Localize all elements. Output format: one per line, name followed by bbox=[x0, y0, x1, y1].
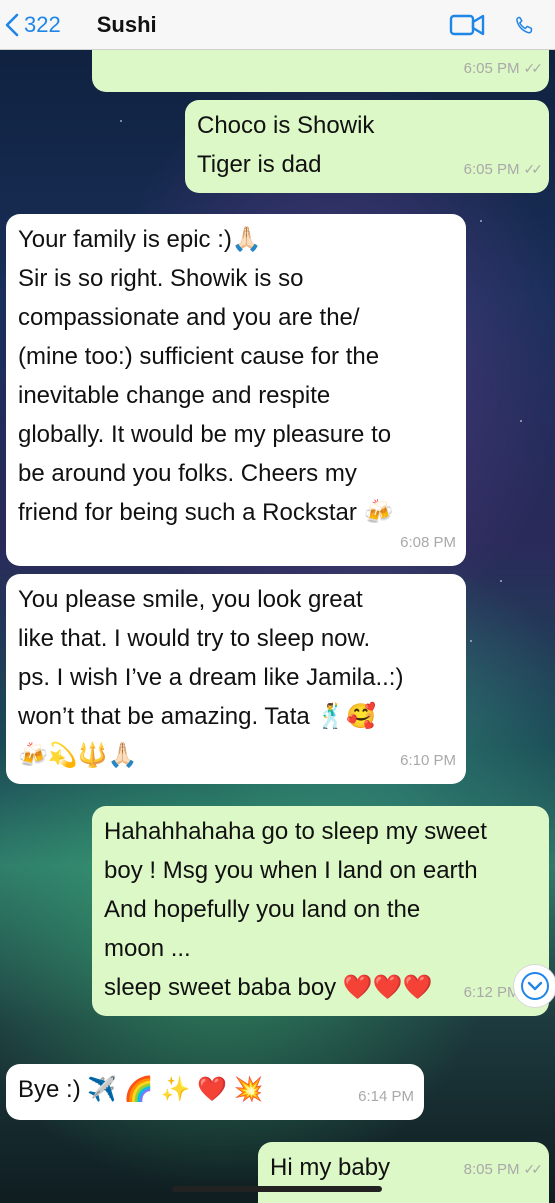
phone-icon[interactable] bbox=[515, 11, 541, 39]
message-line: 🍻💫🔱🙏🏻 bbox=[18, 742, 138, 769]
message-timestamp: 8:05 PM ✓✓ bbox=[464, 1150, 544, 1189]
message-line: Bye :) ✈️ 🌈 ✨ ❤️ 💥 bbox=[18, 1076, 264, 1103]
scroll-to-bottom-button[interactable] bbox=[513, 964, 555, 1008]
message-line: Choco is Showik bbox=[197, 112, 375, 139]
message-line: Sir is so right. Showik is so bbox=[18, 265, 304, 292]
message-timestamp: 6:05 PM ✓✓ bbox=[464, 49, 544, 88]
message-bubble-outgoing[interactable]: Hahahhahaha go to sleep my sweet boy ! M… bbox=[92, 806, 549, 1016]
chat-header: 322 Sushi bbox=[0, 0, 555, 50]
chevron-left-icon bbox=[5, 13, 19, 36]
message-line: (mine too:) sufficient cause for the bbox=[18, 343, 380, 370]
message-timestamp: 6:05 PM ✓✓ bbox=[464, 150, 544, 189]
video-camera-icon[interactable] bbox=[449, 11, 487, 39]
contact-name[interactable]: Sushi bbox=[97, 12, 157, 38]
message-line: moon ... bbox=[104, 935, 191, 962]
message-line: be around you folks. Cheers my bbox=[18, 460, 357, 487]
back-button[interactable]: 322 bbox=[4, 12, 61, 38]
double-check-icon: ✓✓ bbox=[523, 1161, 544, 1177]
message-bubble-outgoing[interactable]: Hi my baby 8:05 PM ✓✓ bbox=[258, 1142, 549, 1203]
message-timestamp: 6:08 PM bbox=[400, 534, 456, 551]
double-check-icon: ✓✓ bbox=[523, 161, 544, 177]
message-bubble-incoming[interactable]: You please smile, you look great like th… bbox=[6, 574, 466, 784]
message-line: compassionate and you are the/ bbox=[18, 304, 360, 331]
message-line: And hopefully you land on the bbox=[104, 896, 421, 923]
message-bubble-incoming[interactable]: Bye :) ✈️ 🌈 ✨ ❤️ 💥 6:14 PM bbox=[6, 1064, 424, 1120]
message-line: like that. I would try to sleep now. bbox=[18, 625, 371, 652]
message-line: boy ! Msg you when I land on earth bbox=[104, 857, 478, 884]
message-line: inevitable change and respite bbox=[18, 382, 331, 409]
message-line: Hahahhahaha go to sleep my sweet bbox=[104, 818, 487, 845]
message-line: You please smile, you look great bbox=[18, 586, 363, 613]
unread-count: 322 bbox=[24, 11, 61, 37]
message-line: ps. I wish I’ve a dream like Jamila..:) bbox=[18, 664, 404, 691]
double-check-icon: ✓✓ bbox=[523, 60, 544, 76]
message-bubble-outgoing[interactable]: Choco is Showik Tiger is dad 6:05 PM ✓✓ bbox=[185, 100, 549, 193]
message-line: globally. It would be my pleasure to bbox=[18, 421, 392, 448]
message-line: won’t that be amazing. Tata 🕺🥰 bbox=[18, 703, 377, 730]
home-indicator[interactable] bbox=[172, 1186, 382, 1192]
message-timestamp: 6:10 PM bbox=[400, 752, 456, 769]
message-line: friend for being such a Rockstar 🍻 bbox=[18, 499, 394, 526]
chevron-down-icon bbox=[521, 972, 549, 1000]
message-line: Your family is epic :)🙏🏻 bbox=[18, 226, 262, 253]
message-timestamp: 6:14 PM bbox=[358, 1088, 414, 1105]
message-bubble-incoming[interactable]: Your family is epic :)🙏🏻 Sir is so right… bbox=[6, 214, 466, 566]
